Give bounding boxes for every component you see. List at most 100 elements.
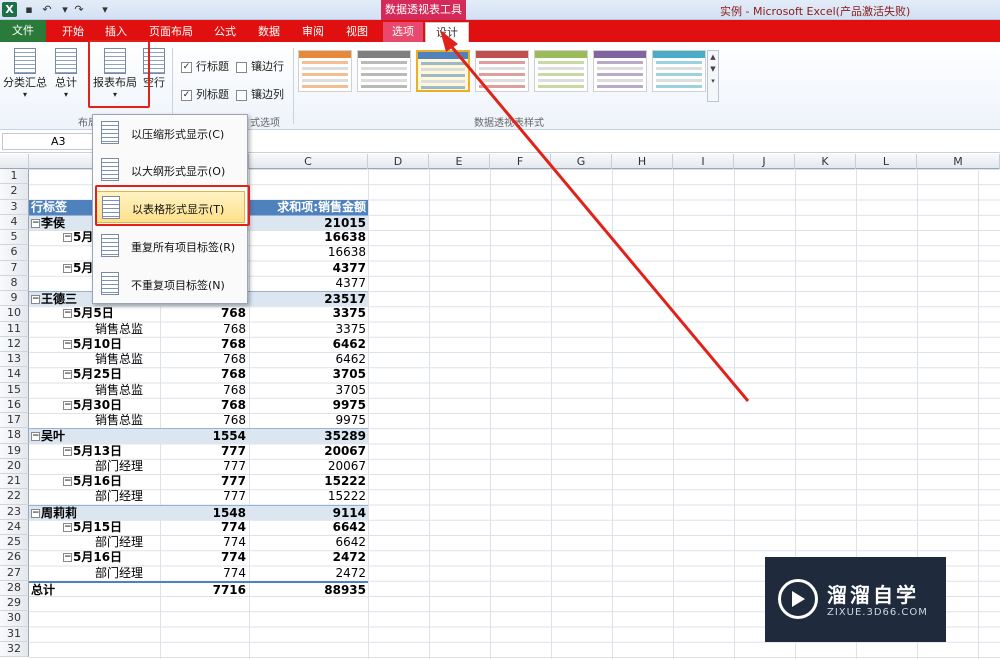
grand-totals-button[interactable]: 总计 ▾ (51, 48, 81, 99)
pivot-style-thumbnail[interactable] (593, 50, 647, 92)
collapse-icon[interactable]: − (63, 309, 72, 319)
row-header[interactable]: 28 (0, 580, 29, 596)
row-header[interactable]: 29 (0, 596, 29, 612)
tab-view[interactable]: 视图 (342, 22, 372, 42)
undo-icon[interactable]: ↶ (40, 3, 54, 17)
row-header[interactable]: 24 (0, 519, 29, 535)
table-row[interactable]: 销售总监 768 3375 (29, 322, 368, 337)
row-header[interactable]: 1 (0, 169, 29, 185)
row-header[interactable]: 10 (0, 306, 29, 322)
row-header[interactable]: 13 (0, 352, 29, 368)
table-row[interactable]: 销售总监 768 6462 (29, 352, 368, 367)
table-row[interactable]: −5月16日 774 2472 (29, 550, 368, 565)
column-header-g[interactable]: G (551, 154, 612, 169)
collapse-icon[interactable]: − (63, 400, 72, 410)
collapse-icon[interactable]: − (63, 370, 72, 380)
redo-icon[interactable]: ↷ (72, 3, 86, 17)
column-header-k[interactable]: K (795, 154, 856, 169)
row-header[interactable]: 11 (0, 321, 29, 337)
row-header[interactable]: 16 (0, 397, 29, 413)
column-header-f[interactable]: F (490, 154, 551, 169)
banded-cols-checkbox[interactable]: 镶边列 (236, 86, 284, 102)
table-row[interactable]: −5月16日 777 15222 (29, 474, 368, 489)
column-header-e[interactable]: E (429, 154, 490, 169)
column-header-h[interactable]: H (612, 154, 673, 169)
row-header[interactable]: 26 (0, 550, 29, 566)
row-header[interactable]: 6 (0, 245, 29, 261)
banded-rows-checkbox[interactable]: 镶边行 (236, 58, 284, 74)
row-header[interactable]: 20 (0, 458, 29, 474)
collapse-icon[interactable]: − (31, 432, 40, 442)
row-header[interactable]: 31 (0, 626, 29, 642)
table-row[interactable]: −5月10日 768 6462 (29, 337, 368, 352)
tab-options[interactable]: 选项 (383, 22, 423, 42)
pivot-style-thumbnail[interactable] (475, 50, 529, 92)
menu-item-repeat-all-labels[interactable]: 重复所有项目标签(R) (95, 230, 245, 262)
menu-item-outline-form[interactable]: 以大纲形式显示(O) (95, 154, 245, 186)
table-row[interactable]: 部门经理 777 20067 (29, 459, 368, 474)
table-row[interactable]: −5月13日 777 20067 (29, 444, 368, 459)
col-headers-checkbox[interactable]: ✓ 列标题 (181, 86, 229, 102)
table-row[interactable]: −周莉莉 1548 9114 (29, 504, 368, 520)
tab-file[interactable]: 文件 (0, 20, 46, 42)
collapse-icon[interactable]: − (63, 339, 72, 349)
row-header[interactable]: 19 (0, 443, 29, 459)
collapse-icon[interactable]: − (63, 522, 72, 532)
row-header[interactable]: 7 (0, 260, 29, 276)
row-header[interactable]: 22 (0, 489, 29, 505)
menu-item-no-repeat-labels[interactable]: 不重复项目标签(N) (95, 268, 245, 300)
save-icon[interactable]: ▪ (22, 3, 36, 17)
pivot-style-thumbnail[interactable] (416, 50, 470, 92)
menu-item-compact-form[interactable]: 以压缩形式显示(C) (95, 117, 245, 149)
gallery-scroll-buttons[interactable]: ▲ ▼ ▾ (707, 50, 719, 102)
collapse-icon[interactable]: − (31, 295, 40, 304)
table-row[interactable]: −5月25日 768 3705 (29, 367, 368, 382)
tab-page-layout[interactable]: 页面布局 (145, 22, 197, 42)
table-row[interactable]: 部门经理 777 15222 (29, 489, 368, 504)
dropdown-arrow-icon[interactable]: ▾ (58, 3, 72, 17)
row-header[interactable]: 12 (0, 336, 29, 352)
table-row[interactable]: 销售总监 768 3705 (29, 383, 368, 398)
table-row[interactable]: 总计 7716 88935 (29, 580, 368, 597)
row-header[interactable]: 21 (0, 474, 29, 490)
row-header[interactable]: 9 (0, 291, 29, 307)
row-header[interactable]: 23 (0, 504, 29, 520)
collapse-icon[interactable]: − (63, 233, 72, 242)
row-header[interactable]: 8 (0, 275, 29, 291)
row-header[interactable]: 25 (0, 535, 29, 551)
row-header[interactable]: 18 (0, 428, 29, 444)
row-header[interactable]: 3 (0, 199, 29, 215)
tab-formulas[interactable]: 公式 (210, 22, 240, 42)
table-row[interactable]: 部门经理 774 6642 (29, 535, 368, 550)
row-header[interactable]: 4 (0, 214, 29, 230)
select-all-corner[interactable] (0, 154, 29, 169)
column-header-m[interactable]: M (917, 154, 1000, 169)
table-row[interactable]: −5月30日 768 9975 (29, 398, 368, 413)
tab-insert[interactable]: 插入 (101, 22, 131, 42)
table-row[interactable]: −吴叶 1554 35289 (29, 428, 368, 444)
table-row[interactable]: 销售总监 768 9975 (29, 413, 368, 428)
column-header-d[interactable]: D (368, 154, 429, 169)
excel-app-icon[interactable]: X (2, 2, 17, 17)
tab-home[interactable]: 开始 (58, 22, 88, 42)
table-row[interactable]: 部门经理 774 2472 (29, 566, 368, 581)
collapse-icon[interactable]: − (63, 553, 72, 563)
collapse-icon[interactable]: − (63, 263, 72, 273)
tab-review[interactable]: 审阅 (298, 22, 328, 42)
tab-data[interactable]: 数据 (254, 22, 284, 42)
row-header[interactable]: 30 (0, 611, 29, 627)
row-header[interactable]: 2 (0, 184, 29, 200)
column-header-l[interactable]: L (856, 154, 917, 169)
collapse-icon[interactable]: − (63, 446, 72, 456)
row-header[interactable]: 14 (0, 367, 29, 383)
collapse-icon[interactable]: − (31, 218, 40, 228)
pivot-style-thumbnail[interactable] (298, 50, 352, 92)
pivot-style-thumbnail[interactable] (652, 50, 706, 92)
table-row[interactable]: −5月5日 768 3375 (29, 306, 368, 321)
pivot-style-thumbnail[interactable] (357, 50, 411, 92)
column-header-i[interactable]: I (673, 154, 734, 169)
collapse-icon[interactable]: − (31, 508, 40, 518)
pivot-style-thumbnail[interactable] (534, 50, 588, 92)
subtotals-button[interactable]: 分类汇总 ▾ (3, 48, 47, 99)
collapse-icon[interactable]: − (63, 477, 72, 486)
